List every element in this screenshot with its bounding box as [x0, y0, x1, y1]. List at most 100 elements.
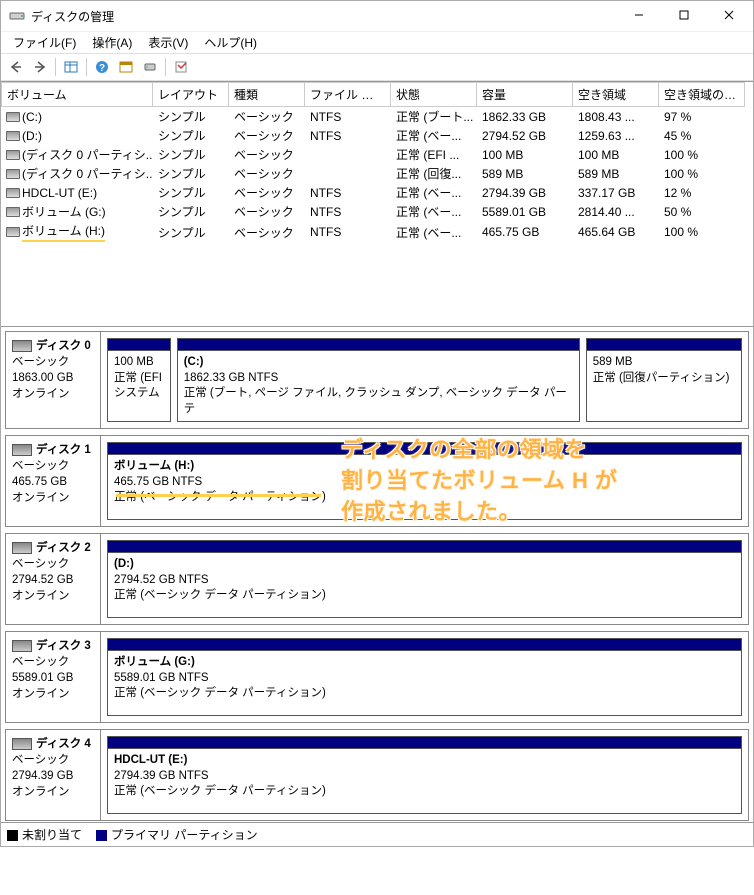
cell-cap: 5589.01 GB — [477, 202, 573, 221]
partition[interactable]: (C:)1862.33 GB NTFS正常 (ブート, ページ ファイル, クラ… — [177, 338, 580, 422]
col-capacity[interactable]: 容量 — [477, 82, 573, 107]
app-icon — [9, 8, 25, 24]
menu-view[interactable]: 表示(V) — [140, 32, 196, 53]
cell-cap: 2794.39 GB — [477, 183, 573, 202]
list-header-row: ボリューム レイアウト 種類 ファイル システム 状態 容量 空き領域 空き領域… — [1, 82, 753, 107]
cell-type: ベーシック — [229, 126, 305, 145]
partition[interactable]: (D:)2794.52 GB NTFS正常 (ベーシック データ パーティション… — [107, 540, 742, 618]
col-free[interactable]: 空き領域 — [573, 82, 659, 107]
cell-layout: シンプル — [153, 183, 229, 202]
table-row[interactable]: ボリューム (H:)シンプルベーシックNTFS正常 (ベー...465.75 G… — [1, 221, 753, 243]
col-volume[interactable]: ボリューム — [1, 82, 153, 107]
cell-layout: シンプル — [153, 164, 229, 183]
cell-vol: ボリューム (G:) — [1, 202, 153, 221]
cell-pct: 100 % — [659, 164, 745, 183]
partition[interactable]: ボリューム (H:)465.75 GB NTFS正常 (ベーシック データ パー… — [107, 442, 742, 520]
volume-icon — [6, 131, 18, 141]
disk-row[interactable]: ディスク 3ベーシック5589.01 GBオンラインボリューム (G:)5589… — [5, 631, 749, 723]
cell-layout: シンプル — [153, 221, 229, 243]
maximize-button[interactable] — [661, 1, 706, 29]
volume-icon — [6, 227, 18, 237]
cell-type: ベーシック — [229, 164, 305, 183]
cell-vol: ボリューム (H:) — [1, 221, 153, 243]
menu-help[interactable]: ヘルプ(H) — [196, 32, 265, 53]
disk-label: ディスク 2ベーシック2794.52 GBオンライン — [6, 534, 101, 624]
table-row[interactable]: (D:)シンプルベーシックNTFS正常 (ベー...2794.52 GB1259… — [1, 126, 753, 145]
back-button[interactable] — [5, 56, 27, 78]
cell-status: 正常 (回復... — [391, 164, 477, 183]
cell-vol: (ディスク 0 パーティシ... — [1, 164, 153, 183]
cell-free: 465.64 GB — [573, 221, 659, 243]
disk-graphical-view[interactable]: ディスクの全部の領域を 割り当てたボリューム H が 作成されました。 ディスク… — [1, 327, 753, 822]
legend-primary-label: プライマリ パーティション — [111, 828, 258, 842]
disk-label: ディスク 4ベーシック2794.39 GBオンライン — [6, 730, 101, 820]
toolbar: ? — [1, 53, 753, 81]
col-layout[interactable]: レイアウト — [153, 82, 229, 107]
volume-icon — [6, 150, 18, 160]
cell-status: 正常 (ベー... — [391, 183, 477, 202]
cell-vol: (D:) — [1, 126, 153, 145]
cell-status: 正常 (ベー... — [391, 221, 477, 243]
legend-primary-icon — [96, 830, 107, 841]
cell-layout: シンプル — [153, 202, 229, 221]
cell-cap: 1862.33 GB — [477, 107, 573, 126]
partition[interactable]: ボリューム (G:)5589.01 GB NTFS正常 (ベーシック データ パ… — [107, 638, 742, 716]
cell-layout: シンプル — [153, 126, 229, 145]
disk-label: ディスク 3ベーシック5589.01 GBオンライン — [6, 632, 101, 722]
disk-row[interactable]: ディスク 1ベーシック465.75 GBオンラインボリューム (H:)465.7… — [5, 435, 749, 527]
col-status[interactable]: 状態 — [391, 82, 477, 107]
cell-vol: HDCL-UT (E:) — [1, 183, 153, 202]
cell-vol: (C:) — [1, 107, 153, 126]
cell-type: ベーシック — [229, 145, 305, 164]
properties-button[interactable] — [170, 56, 192, 78]
cell-type: ベーシック — [229, 202, 305, 221]
col-fs[interactable]: ファイル システム — [305, 82, 391, 107]
refresh-button[interactable] — [139, 56, 161, 78]
menu-action[interactable]: 操作(A) — [84, 32, 140, 53]
disk-label: ディスク 1ベーシック465.75 GBオンライン — [6, 436, 101, 526]
disk-label: ディスク 0ベーシック1863.00 GBオンライン — [6, 332, 101, 428]
menu-file[interactable]: ファイル(F) — [5, 32, 84, 53]
partition[interactable]: 589 MB正常 (回復パーティション) — [586, 338, 742, 422]
cell-cap: 465.75 GB — [477, 221, 573, 243]
volume-icon — [6, 112, 18, 122]
col-type[interactable]: 種類 — [229, 82, 305, 107]
cell-fs: NTFS — [305, 126, 391, 145]
titlebar[interactable]: ディスクの管理 — [1, 1, 753, 31]
help-button[interactable]: ? — [91, 56, 113, 78]
close-button[interactable] — [706, 1, 751, 29]
table-row[interactable]: (ディスク 0 パーティシ...シンプルベーシック 正常 (回復...589 MB… — [1, 164, 753, 183]
disk-row[interactable]: ディスク 0ベーシック1863.00 GBオンライン100 MB正常 (EFI … — [5, 331, 749, 429]
partition[interactable]: 100 MB正常 (EFI システム — [107, 338, 171, 422]
view-graphical-button[interactable] — [115, 56, 137, 78]
cell-pct: 12 % — [659, 183, 745, 202]
volume-icon — [6, 207, 18, 217]
volume-list[interactable]: ボリューム レイアウト 種類 ファイル システム 状態 容量 空き領域 空き領域… — [1, 82, 753, 327]
partition[interactable]: HDCL-UT (E:)2794.39 GB NTFS正常 (ベーシック データ… — [107, 736, 742, 814]
cell-type: ベーシック — [229, 221, 305, 243]
minimize-button[interactable] — [616, 1, 661, 29]
disk-row[interactable]: ディスク 2ベーシック2794.52 GBオンライン(D:)2794.52 GB… — [5, 533, 749, 625]
legend: 未割り当て プライマリ パーティション — [1, 822, 753, 846]
cell-free: 1259.63 ... — [573, 126, 659, 145]
disk-row[interactable]: ディスク 4ベーシック2794.39 GBオンラインHDCL-UT (E:)27… — [5, 729, 749, 821]
cell-fs: NTFS — [305, 202, 391, 221]
table-row[interactable]: HDCL-UT (E:)シンプルベーシックNTFS正常 (ベー...2794.3… — [1, 183, 753, 202]
cell-free: 337.17 GB — [573, 183, 659, 202]
cell-status: 正常 (ベー... — [391, 202, 477, 221]
window-title: ディスクの管理 — [31, 8, 616, 25]
view-list-button[interactable] — [60, 56, 82, 78]
cell-vol: (ディスク 0 パーティシ... — [1, 145, 153, 164]
table-row[interactable]: ボリューム (G:)シンプルベーシックNTFS正常 (ベー...5589.01 … — [1, 202, 753, 221]
forward-button[interactable] — [29, 56, 51, 78]
cell-cap: 2794.52 GB — [477, 126, 573, 145]
cell-layout: シンプル — [153, 107, 229, 126]
col-pct[interactable]: 空き領域の割... — [659, 82, 745, 107]
cell-status: 正常 (ブート... — [391, 107, 477, 126]
disk-management-window: ディスクの管理 ファイル(F) 操作(A) 表示(V) ヘルプ(H) ? ボリュ… — [0, 0, 754, 847]
cell-fs: NTFS — [305, 183, 391, 202]
cell-cap: 589 MB — [477, 164, 573, 183]
cell-fs: NTFS — [305, 107, 391, 126]
table-row[interactable]: (ディスク 0 パーティシ...シンプルベーシック正常 (EFI ...100 … — [1, 145, 753, 164]
table-row[interactable]: (C:)シンプルベーシックNTFS正常 (ブート...1862.33 GB180… — [1, 107, 753, 126]
